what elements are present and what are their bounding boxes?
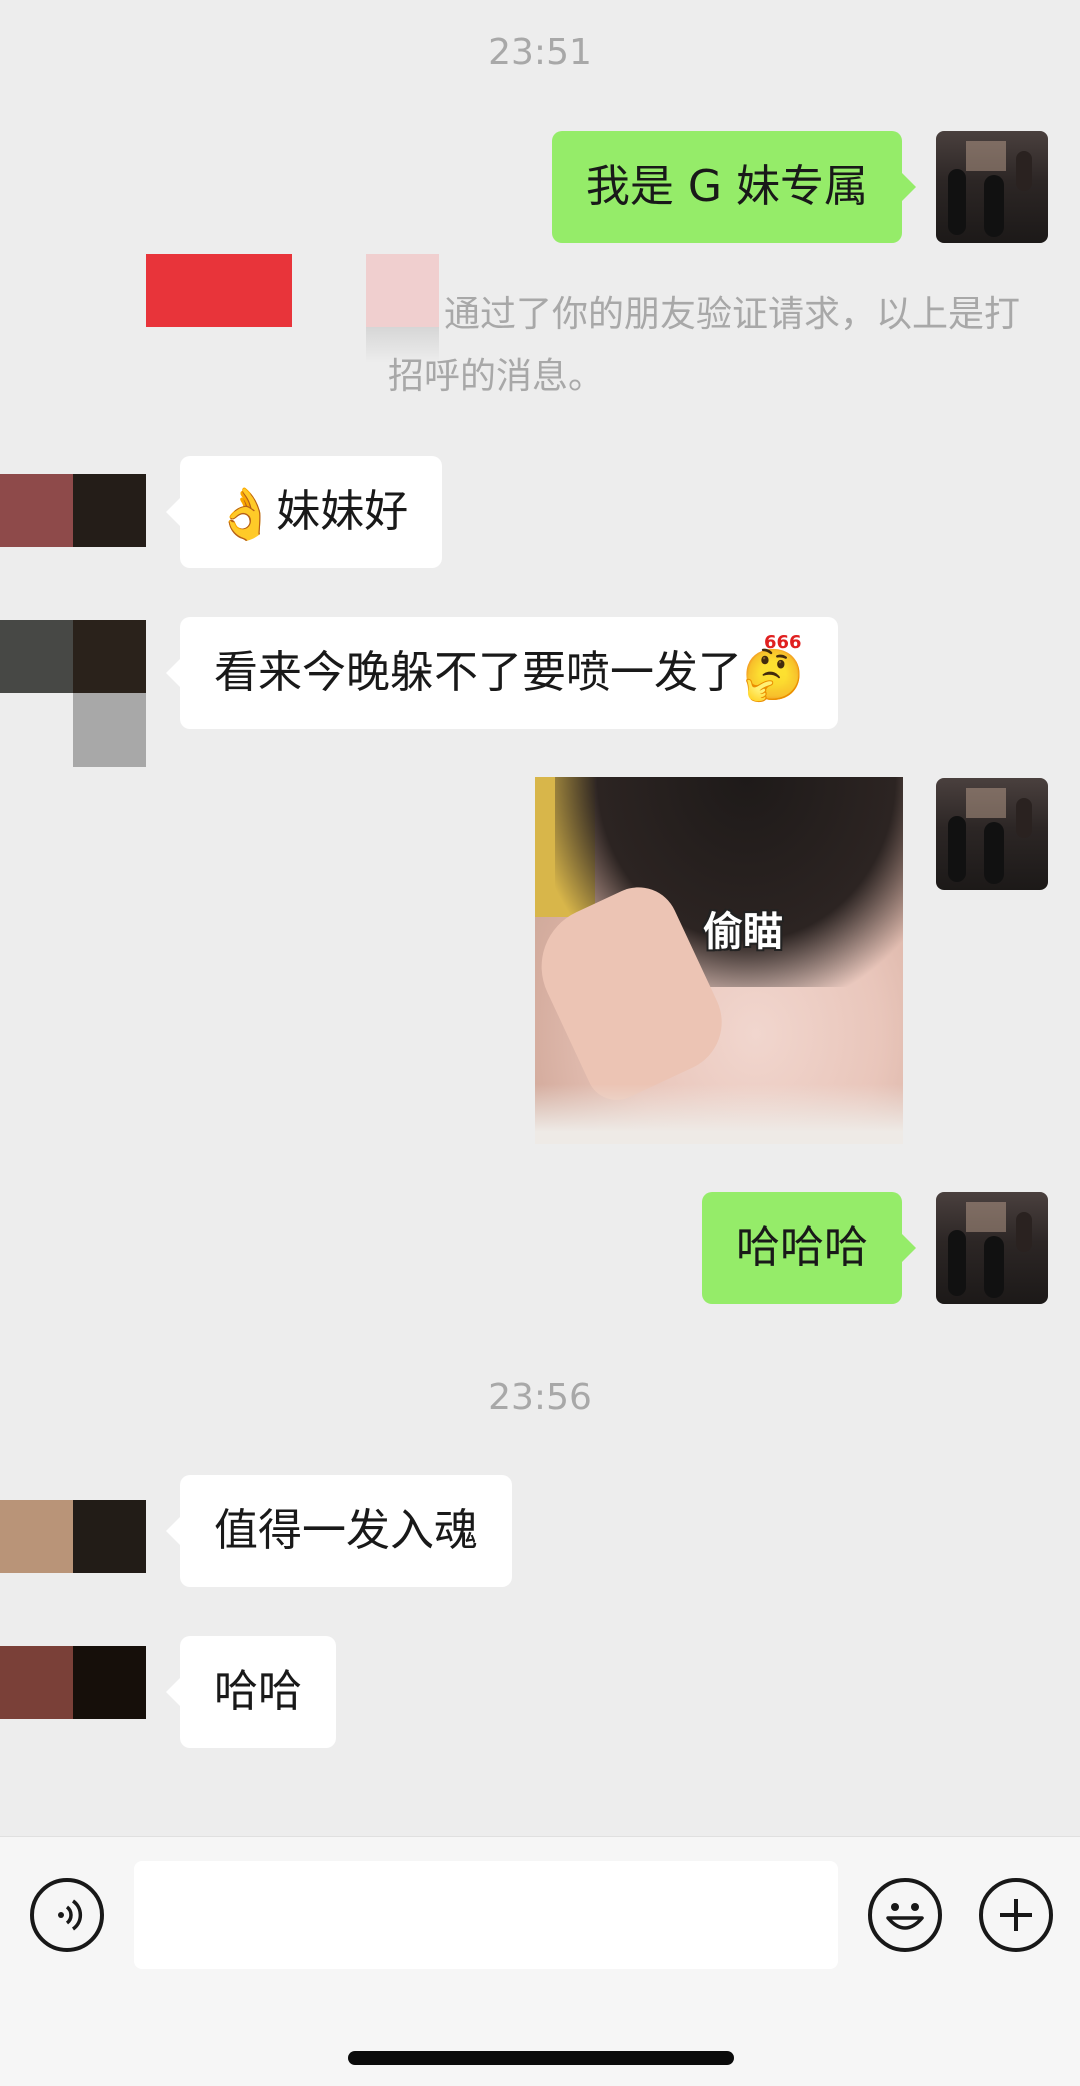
timestamp: 23:51 [488, 32, 592, 73]
sticker-image[interactable]: 偷瞄 [535, 777, 903, 1144]
emoji-button[interactable] [868, 1878, 942, 1952]
my-avatar[interactable] [936, 778, 1048, 890]
smirk-666-icon: 🤔 666 [742, 632, 805, 704]
home-indicator [348, 2051, 734, 2065]
ok-hand-icon: 👌 [214, 485, 277, 543]
sticker-caption: 偷瞄 [703, 909, 783, 955]
my-avatar[interactable] [936, 131, 1048, 243]
message-text: 看来今晚躲不了要喷一发了 [214, 647, 742, 698]
sticker-pillow [535, 1084, 903, 1144]
plus-icon [1000, 1899, 1032, 1931]
message-bubble-mine[interactable]: 我是 G 妹专属 [551, 131, 917, 243]
redacted-block [146, 254, 292, 327]
message-text: 妹妹好 [276, 486, 409, 537]
input-bar [0, 1836, 1080, 2086]
voice-button[interactable] [30, 1878, 104, 1952]
voice-icon [58, 1899, 83, 1931]
my-avatar[interactable] [936, 1192, 1048, 1304]
system-message: 通过了你的朋友验证请求，以上是打招呼的消息。 [388, 294, 1021, 397]
emoji-icon [886, 1903, 924, 1930]
message-bubble-friend[interactable]: 哈哈 [166, 1636, 336, 1748]
plus-button[interactable] [979, 1878, 1053, 1952]
message-bubble-mine[interactable]: 哈哈哈 [702, 1192, 916, 1304]
friend-avatar[interactable] [0, 474, 146, 547]
friend-avatar[interactable] [0, 1646, 146, 1719]
friend-avatar[interactable] [0, 620, 146, 767]
message-bubble-friend[interactable]: 看来今晚躲不了要喷一发了🤔 666 [165, 617, 839, 729]
friend-avatar[interactable] [0, 1500, 146, 1573]
message-input[interactable] [134, 1861, 838, 1969]
chat-screen: 23:51 我是 G 妹专属 通过了你的朋友验证请求，以上是打招呼的消息。 👌妹… [0, 0, 1080, 2086]
message-bubble-friend[interactable]: 值得一发入魂 [166, 1475, 512, 1587]
timestamp: 23:56 [488, 1377, 592, 1418]
message-bubble-friend[interactable]: 👌妹妹好 [165, 456, 443, 568]
